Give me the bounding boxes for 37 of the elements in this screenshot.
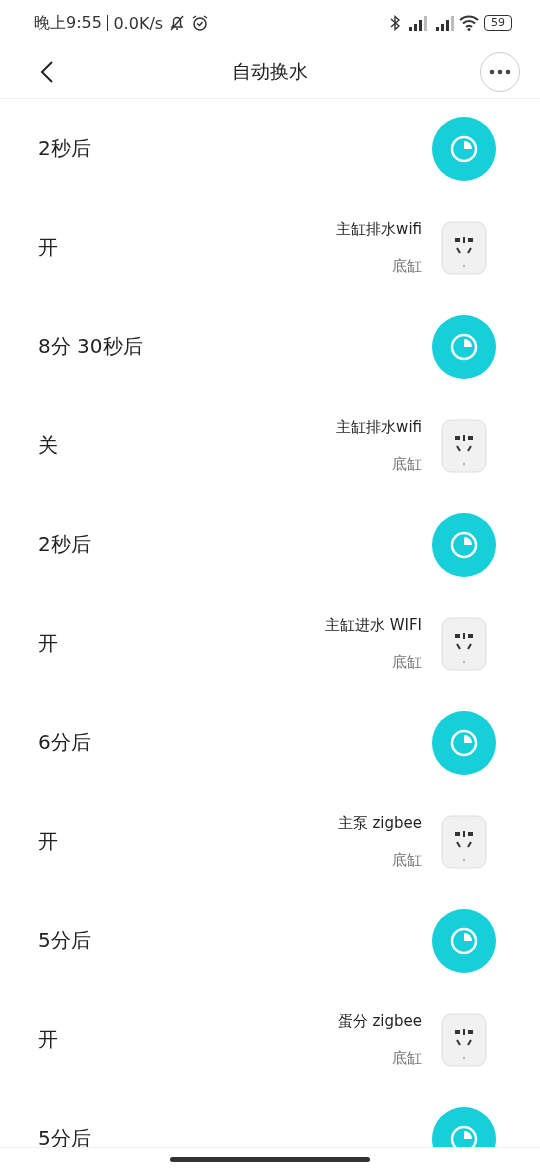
home-indicator[interactable] bbox=[170, 1156, 370, 1162]
step-label: 开 bbox=[38, 234, 59, 261]
wifi-icon bbox=[459, 15, 479, 31]
status-time: 晚上9:55 bbox=[34, 12, 102, 34]
bluetooth-icon bbox=[390, 15, 400, 31]
step-label: 6分后 bbox=[38, 729, 92, 756]
alarm-icon bbox=[191, 14, 210, 32]
device-name: 主缸排水wifi bbox=[336, 219, 422, 239]
step-label: 5分后 bbox=[38, 1125, 92, 1147]
step-label: 开 bbox=[38, 1026, 59, 1053]
smart-plug-icon[interactable] bbox=[440, 1011, 488, 1068]
page-title: 自动换水 bbox=[232, 59, 308, 84]
more-button[interactable] bbox=[480, 52, 520, 92]
step-label: 8分 30秒后 bbox=[38, 333, 144, 360]
smart-plug-icon[interactable] bbox=[440, 219, 488, 276]
step-label: 关 bbox=[38, 432, 59, 459]
step-label: 2秒后 bbox=[38, 135, 92, 162]
smart-plug-icon[interactable] bbox=[440, 417, 488, 474]
room-name: 底缸 bbox=[392, 454, 422, 474]
step-label: 5分后 bbox=[38, 927, 92, 954]
device-name: 主缸进水 WIFI bbox=[324, 615, 422, 635]
smart-plug-icon[interactable] bbox=[440, 615, 488, 672]
back-icon[interactable] bbox=[40, 60, 54, 84]
device-name: 主泵 zigbee bbox=[337, 813, 422, 833]
room-name: 底缸 bbox=[392, 850, 422, 870]
more-icon bbox=[489, 69, 511, 75]
step-label: 2秒后 bbox=[38, 531, 92, 558]
room-name: 底缸 bbox=[392, 1048, 422, 1068]
room-name: 底缸 bbox=[392, 652, 422, 672]
step-label: 开 bbox=[38, 828, 59, 855]
device-name: 主缸排水wifi bbox=[336, 417, 422, 437]
network-speed: 0.0K/s bbox=[113, 13, 164, 33]
device-name: 蛋分 zigbee bbox=[337, 1011, 422, 1031]
room-name: 底缸 bbox=[392, 256, 422, 276]
smart-plug-icon[interactable] bbox=[440, 813, 488, 870]
step-label: 开 bbox=[38, 630, 59, 657]
battery-indicator: 59 bbox=[484, 15, 512, 31]
